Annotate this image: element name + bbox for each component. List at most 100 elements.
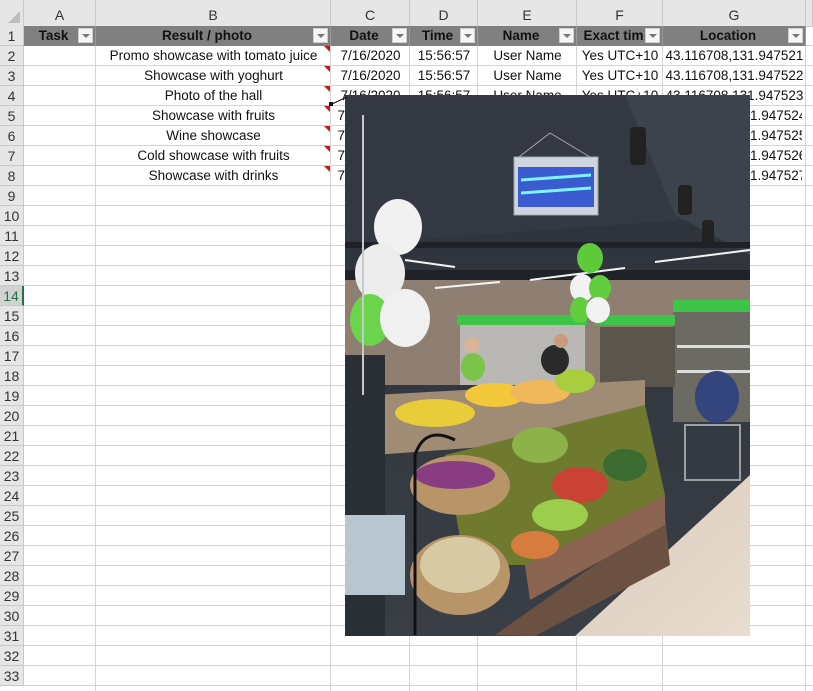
row-header-30[interactable]: 30 bbox=[0, 606, 24, 626]
comment-indicator-icon[interactable] bbox=[324, 166, 330, 172]
table-cell-time[interactable]: 15:56:57 bbox=[410, 66, 478, 86]
spreadsheet: ABCDEFG 1 2 3 4 5 6 7 8 9 10 11 12 13 14 15 16 17 18 19 20 2… bbox=[0, 0, 813, 691]
filter-dropdown-icon[interactable] bbox=[313, 28, 328, 43]
table-header-cell: Result / photo bbox=[96, 26, 331, 46]
table-cell-name[interactable]: User Name bbox=[478, 46, 577, 66]
row-header-21[interactable]: 21 bbox=[0, 426, 24, 446]
row-header-6[interactable]: 6 bbox=[0, 126, 24, 146]
filter-dropdown-icon[interactable] bbox=[788, 28, 803, 43]
row-header-10[interactable]: 10 bbox=[0, 206, 24, 226]
column-header-a[interactable]: A bbox=[24, 0, 96, 26]
table-cell-result[interactable]: Promo showcase with tomato juice bbox=[96, 46, 331, 66]
row-header-32[interactable]: 32 bbox=[0, 646, 24, 666]
table-header-cell: Task bbox=[24, 26, 96, 46]
table-header-label: Task bbox=[38, 28, 69, 43]
filter-dropdown-icon[interactable] bbox=[559, 28, 574, 43]
table-cell-date[interactable]: 7 bbox=[331, 126, 345, 146]
column-header-g[interactable]: G bbox=[663, 0, 806, 26]
row-header-1[interactable]: 1 bbox=[0, 26, 24, 46]
comment-indicator-icon[interactable] bbox=[324, 106, 330, 112]
filter-dropdown-icon[interactable] bbox=[392, 28, 407, 43]
column-header-f[interactable]: F bbox=[577, 0, 663, 26]
comment-indicator-icon[interactable] bbox=[324, 86, 330, 92]
column-header-b[interactable]: B bbox=[96, 0, 331, 26]
table-cell-result[interactable]: Showcase with drinks bbox=[96, 166, 331, 186]
row-header-12[interactable]: 12 bbox=[0, 246, 24, 266]
table-header-cell: Name bbox=[478, 26, 577, 46]
row-header-28[interactable]: 28 bbox=[0, 566, 24, 586]
select-all-button[interactable] bbox=[0, 0, 24, 26]
table-header-label: Location bbox=[699, 28, 757, 43]
comment-indicator-icon[interactable] bbox=[324, 126, 330, 132]
table-cell-date[interactable]: 7 bbox=[331, 166, 345, 186]
filter-dropdown-icon[interactable] bbox=[460, 28, 475, 43]
table-cell-location[interactable]: 43.116708,131.947522 bbox=[663, 66, 806, 86]
table-header-label: Date bbox=[349, 28, 379, 43]
gridline-row bbox=[24, 685, 813, 686]
row-header-7[interactable]: 7 bbox=[0, 146, 24, 166]
table-cell-result[interactable]: Photo of the hall bbox=[96, 86, 331, 106]
table-cell-location[interactable]: 1.947525 bbox=[750, 126, 802, 146]
filter-dropdown-icon[interactable] bbox=[645, 28, 660, 43]
table-cell-result[interactable]: Cold showcase with fruits bbox=[96, 146, 331, 166]
table-cell-date[interactable]: 7 bbox=[331, 106, 345, 126]
table-cell-date[interactable]: 7/16/2020 bbox=[331, 66, 410, 86]
row-header-26[interactable]: 26 bbox=[0, 526, 24, 546]
row-header-15[interactable]: 15 bbox=[0, 306, 24, 326]
row-header-29[interactable]: 29 bbox=[0, 586, 24, 606]
row-header-31[interactable]: 31 bbox=[0, 626, 24, 646]
comment-indicator-icon[interactable] bbox=[324, 66, 330, 72]
row-header-20[interactable]: 20 bbox=[0, 406, 24, 426]
table-header-cell: Location bbox=[663, 26, 806, 46]
column-header-h[interactable] bbox=[806, 0, 813, 26]
row-header-11[interactable]: 11 bbox=[0, 226, 24, 246]
column-header-d[interactable]: D bbox=[410, 0, 478, 26]
row-header-25[interactable]: 25 bbox=[0, 506, 24, 526]
row-header-14[interactable]: 14 bbox=[0, 286, 24, 306]
row-header-17[interactable]: 17 bbox=[0, 346, 24, 366]
row-header-2[interactable]: 2 bbox=[0, 46, 24, 66]
row-header-27[interactable]: 27 bbox=[0, 546, 24, 566]
filter-dropdown-icon[interactable] bbox=[78, 28, 93, 43]
table-header-cell: Date bbox=[331, 26, 410, 46]
row-header-8[interactable]: 8 bbox=[0, 166, 24, 186]
comment-indicator-icon[interactable] bbox=[324, 146, 330, 152]
table-cell-exact[interactable]: Yes UTC+10 bbox=[577, 46, 663, 66]
gridline-col bbox=[805, 26, 806, 691]
row-header-9[interactable]: 9 bbox=[0, 186, 24, 206]
comment-photo[interactable] bbox=[345, 95, 750, 636]
table-cell-result[interactable]: Showcase with fruits bbox=[96, 106, 331, 126]
row-header-33[interactable]: 33 bbox=[0, 666, 24, 686]
table-cell-result[interactable]: Showcase with yoghurt bbox=[96, 66, 331, 86]
comment-indicator-icon[interactable] bbox=[324, 46, 330, 52]
table-cell-location[interactable]: 1.947527 bbox=[750, 166, 802, 186]
row-header-24[interactable]: 24 bbox=[0, 486, 24, 506]
row-header-4[interactable]: 4 bbox=[0, 86, 24, 106]
gridline-row bbox=[24, 645, 813, 646]
table-header-cell: Time bbox=[410, 26, 478, 46]
table-header-label: Name bbox=[502, 28, 540, 43]
column-header-e[interactable]: E bbox=[478, 0, 577, 26]
row-header-16[interactable]: 16 bbox=[0, 326, 24, 346]
table-cell-exact[interactable]: Yes UTC+10 bbox=[577, 66, 663, 86]
supermarket-photo-image bbox=[345, 95, 750, 636]
table-cell-date[interactable]: 7/16/2020 bbox=[331, 46, 410, 66]
table-cell-location[interactable]: 1.947526 bbox=[750, 146, 802, 166]
table-cell-location[interactable]: 43.116708,131.947521 bbox=[663, 46, 806, 66]
row-header-23[interactable]: 23 bbox=[0, 466, 24, 486]
table-cell-result[interactable]: Wine showcase bbox=[96, 126, 331, 146]
table-cell-date[interactable]: 7 bbox=[331, 146, 345, 166]
column-header-c[interactable]: C bbox=[331, 0, 410, 26]
table-header-label: Time bbox=[421, 28, 454, 43]
row-header-18[interactable]: 18 bbox=[0, 366, 24, 386]
row-header-22[interactable]: 22 bbox=[0, 446, 24, 466]
select-all-triangle-icon bbox=[8, 11, 20, 23]
row-header-19[interactable]: 19 bbox=[0, 386, 24, 406]
table-cell-location[interactable]: 1.947524 bbox=[750, 106, 802, 126]
table-header-label: Result / photo bbox=[162, 28, 252, 43]
table-cell-name[interactable]: User Name bbox=[478, 66, 577, 86]
row-header-5[interactable]: 5 bbox=[0, 106, 24, 126]
table-cell-time[interactable]: 15:56:57 bbox=[410, 46, 478, 66]
row-header-13[interactable]: 13 bbox=[0, 266, 24, 286]
row-header-3[interactable]: 3 bbox=[0, 66, 24, 86]
